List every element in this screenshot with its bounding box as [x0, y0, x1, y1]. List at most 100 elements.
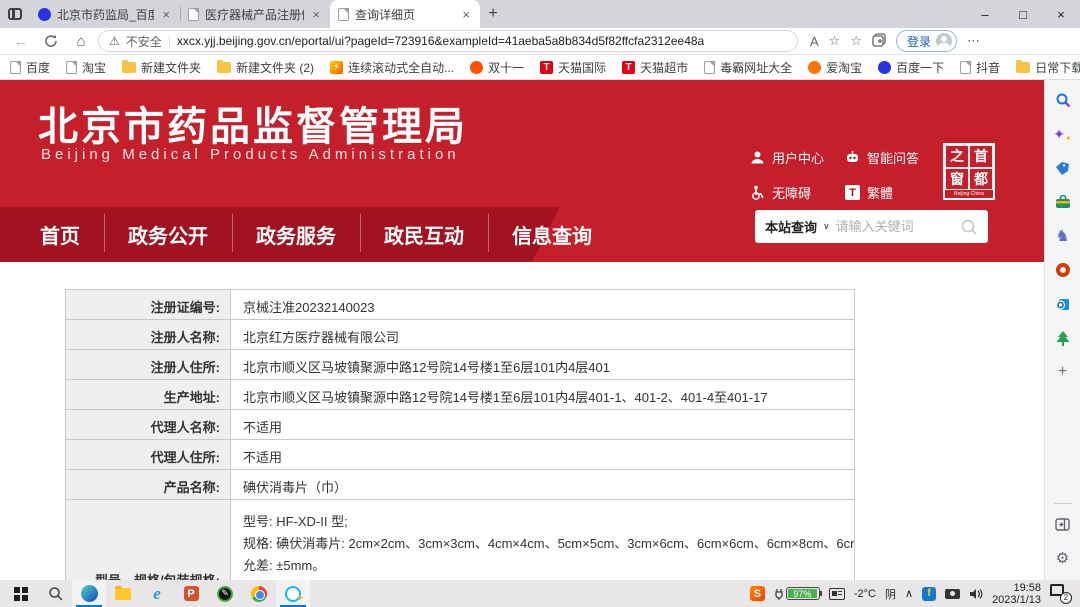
- doc-icon: [66, 61, 77, 74]
- clock[interactable]: 19:58 2023/1/13: [992, 582, 1041, 606]
- tools-toolbox-icon[interactable]: [1051, 190, 1075, 214]
- system-tray: S 97% -2°C 阴 ∧ f 19:58 2023/1/13 2: [750, 582, 1076, 606]
- sidebar-panel-icon[interactable]: [1051, 512, 1075, 536]
- browser-toolbar: ← ⌂ ⚠ 不安全 | xxcx.yjj.beijing.gov.cn/epor…: [0, 28, 1080, 55]
- sogou-input-icon[interactable]: S: [750, 586, 765, 601]
- news-widget-icon[interactable]: [829, 588, 845, 600]
- outlook-icon[interactable]: [1051, 292, 1075, 316]
- bookmark-item[interactable]: T天猫超市: [622, 59, 688, 76]
- read-aloud-icon[interactable]: A: [810, 34, 819, 49]
- bookmark-item[interactable]: 双十一: [470, 59, 524, 76]
- search-icon[interactable]: [960, 218, 978, 236]
- battery-indicator[interactable]: 97%: [774, 587, 820, 600]
- tab-close-icon[interactable]: ×: [160, 7, 172, 22]
- table-row: 代理人名称:不适用: [66, 410, 855, 440]
- smart-qa-link[interactable]: 智能问答: [845, 148, 940, 167]
- address-bar[interactable]: ⚠ 不安全 | xxcx.yjj.beijing.gov.cn/eportal/…: [98, 30, 798, 52]
- nav-interaction[interactable]: 政民互动: [360, 220, 488, 249]
- search-icon[interactable]: [1051, 88, 1075, 112]
- search-input[interactable]: [836, 219, 954, 234]
- seal-char: 窗: [945, 168, 969, 191]
- table-row: 注册证编号:京械注准20232140023: [66, 290, 855, 320]
- battery-percent: 97%: [788, 589, 817, 598]
- speaker-icon[interactable]: [969, 588, 983, 600]
- favorites-hub-icon[interactable]: ☆: [850, 33, 862, 49]
- taskbar-file-explorer-icon[interactable]: [106, 580, 140, 607]
- search-scope-select[interactable]: 本站查询: [765, 217, 817, 236]
- user-center-link[interactable]: 用户中心: [750, 148, 845, 167]
- capital-window-seal[interactable]: 之 首 窗 都 Beijing-China: [943, 143, 995, 200]
- bookmark-item[interactable]: 淘宝: [66, 59, 106, 76]
- restore-button[interactable]: □: [1004, 0, 1042, 28]
- new-tab-button[interactable]: +: [480, 5, 506, 23]
- taskbar-search-icon[interactable]: [38, 580, 72, 607]
- bookmark-folder[interactable]: 日常下载: [1016, 59, 1080, 76]
- taskbar-ie-icon[interactable]: e: [140, 580, 174, 607]
- login-button[interactable]: 登录: [896, 30, 957, 52]
- sidebar-settings-gear-icon[interactable]: ⚙: [1051, 546, 1075, 570]
- tab-device-registration[interactable]: 医疗器械产品注册信息 ×: [180, 0, 330, 28]
- start-button[interactable]: [4, 580, 38, 607]
- taskbar-chrome-icon[interactable]: [242, 580, 276, 607]
- table-row: 注册人住所:北京市顺义区马坡镇聚源中路12号院14号楼1至6层101内4层401: [66, 350, 855, 380]
- notification-center-icon[interactable]: 2: [1050, 584, 1072, 604]
- tab-actions-icon[interactable]: [0, 0, 30, 28]
- accessibility-link[interactable]: 无障碍: [750, 183, 845, 202]
- taskbar-qq-icon[interactable]: [276, 580, 310, 607]
- nav-gov-open[interactable]: 政务公开: [104, 220, 232, 249]
- site-title: 北京市药品监督管理局: [38, 94, 468, 152]
- shopping-tag-icon[interactable]: [1051, 156, 1075, 180]
- games-chess-icon[interactable]: ♞: [1051, 224, 1075, 248]
- refresh-icon[interactable]: [38, 30, 64, 52]
- browser-tab-strip: 北京市药监局_百度搜索 × 医疗器械产品注册信息 × 查询详细页 × + – □…: [0, 0, 1080, 28]
- plug-icon: [774, 588, 784, 600]
- temperature-label[interactable]: -2°C: [854, 588, 876, 600]
- collections-icon[interactable]: [872, 33, 886, 50]
- bookmark-item[interactable]: 毒霸网址大全: [704, 59, 792, 76]
- close-button[interactable]: ×: [1042, 0, 1080, 28]
- bookmark-item[interactable]: 百度: [10, 59, 50, 76]
- minimize-button[interactable]: –: [966, 0, 1004, 28]
- office-icon[interactable]: [1051, 258, 1075, 282]
- bookmark-item[interactable]: 爱淘宝: [808, 59, 862, 76]
- tray-expand-icon[interactable]: ∧: [905, 587, 913, 600]
- discover-sparkle-icon[interactable]: ✦✦: [1051, 122, 1075, 146]
- weather-label[interactable]: 阴: [885, 586, 896, 602]
- home-icon[interactable]: ⌂: [68, 30, 94, 52]
- bookmark-item[interactable]: 抖音: [960, 59, 1000, 76]
- back-icon[interactable]: ←: [8, 30, 34, 52]
- taskbar-edge-icon[interactable]: [72, 580, 106, 607]
- tmall-icon: T: [622, 61, 635, 74]
- more-menu-icon[interactable]: ⋯: [967, 33, 980, 49]
- camera-tray-icon[interactable]: [945, 589, 960, 599]
- spec-line: 型号: HF-XD-II 型;: [243, 514, 854, 530]
- chevron-down-icon[interactable]: ∨: [823, 221, 830, 232]
- nav-gov-service[interactable]: 政务服务: [232, 220, 360, 249]
- bookmark-item[interactable]: 百度一下: [878, 59, 944, 76]
- site-nav: 首页 政务公开 政务服务 政民互动 信息查询: [40, 207, 616, 262]
- nav-home[interactable]: 首页: [40, 220, 104, 249]
- traditional-chinese-link[interactable]: T 繁體: [845, 183, 940, 202]
- add-sidebar-item-icon[interactable]: +: [1051, 360, 1075, 384]
- baidu-icon: [878, 61, 891, 74]
- taskbar-pen-app-icon[interactable]: ✎: [208, 580, 242, 607]
- bookmark-item[interactable]: ⚡连续滚动式全自动...: [330, 59, 454, 76]
- table-row: 代理人住所:不适用: [66, 440, 855, 470]
- tab-baidu-search[interactable]: 北京市药监局_百度搜索 ×: [30, 0, 180, 28]
- tab-query-detail-active[interactable]: 查询详细页 ×: [330, 0, 480, 28]
- bookmark-folder[interactable]: 新建文件夹: [122, 59, 201, 76]
- tab-close-icon[interactable]: ×: [310, 7, 322, 22]
- bookmark-folder[interactable]: 新建文件夹 (2): [217, 59, 314, 76]
- bookmark-item[interactable]: T天猫国际: [540, 59, 606, 76]
- site-subtitle: Beijing Medical Products Administration: [41, 146, 460, 163]
- security-label: 不安全: [126, 33, 162, 50]
- tab-close-icon[interactable]: ×: [460, 7, 472, 22]
- tree-app-icon[interactable]: [1051, 326, 1075, 350]
- nav-info-query[interactable]: 信息查询: [488, 220, 616, 249]
- traditional-icon: T: [845, 185, 860, 200]
- add-favorite-icon[interactable]: ☆: [829, 33, 841, 49]
- taskbar-powerpoint-icon[interactable]: P: [174, 580, 208, 607]
- baidu-favicon: [38, 8, 51, 21]
- flash-tray-icon[interactable]: f: [922, 587, 936, 601]
- url-text[interactable]: xxcx.yjj.beijing.gov.cn/eportal/ui?pageI…: [177, 34, 704, 48]
